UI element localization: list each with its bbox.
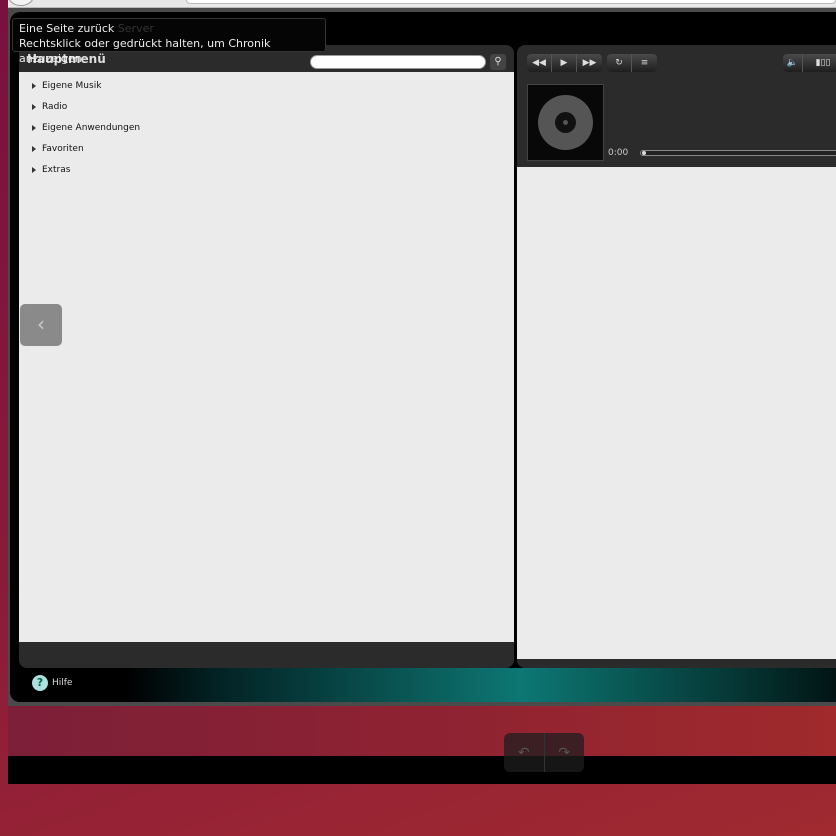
playlist-area (517, 167, 836, 659)
help-icon: ? (32, 675, 48, 691)
menu-item-label: Radio (42, 101, 68, 112)
volume-icon: 🔈 (783, 54, 803, 72)
chevron-left-icon[interactable]: ‹ (20, 304, 62, 346)
menu-item-radio[interactable]: Radio (19, 96, 514, 117)
menu-item-eigene-anwendungen[interactable]: Eigene Anwendungen (19, 117, 514, 138)
album-cover (527, 84, 604, 161)
tooltip-title: Eine Seite zurück (19, 22, 115, 35)
elapsed-time: 0:00 (608, 148, 629, 158)
repeat-button[interactable]: ↻ (607, 54, 632, 72)
menu-item-eigene-musik[interactable]: Eigene Musik (19, 75, 514, 96)
help-button[interactable]: ? Hilfe (32, 675, 72, 691)
help-label: Hilfe (52, 678, 73, 688)
back-tooltip: Eine Seite zurück Server Rechtsklick ode… (12, 18, 326, 65)
footer-bar (10, 668, 836, 702)
progress-slider[interactable] (640, 150, 836, 156)
fast-forward-button[interactable]: ▶▶ (577, 54, 602, 72)
menu-item-extras[interactable]: Extras (19, 159, 514, 180)
search-icon[interactable]: ⚲ (490, 54, 506, 70)
menu-item-favoriten[interactable]: Favoriten (19, 138, 514, 159)
expand-arrow-icon (32, 103, 36, 110)
undo-redo-group: ↶ ↷ (504, 733, 584, 772)
menu-item-label: Eigene Anwendungen (42, 122, 141, 133)
undo-icon[interactable]: ↶ (504, 733, 545, 772)
desktop-background (8, 706, 836, 756)
url-bar[interactable] (186, 0, 836, 4)
menu-item-label: Favoriten (42, 143, 84, 154)
shuffle-button[interactable]: ≡ (632, 54, 657, 72)
server-label: Server (117, 22, 154, 35)
expand-arrow-icon (32, 82, 36, 89)
player-panel: ◀◀ ▶ ▶▶ ↻ ≡ 🔈 ▮▯▯ 0:00 (517, 45, 836, 668)
rewind-button[interactable]: ◀◀ (527, 54, 552, 72)
lower-strip (8, 756, 836, 784)
mode-controls: ↻ ≡ (607, 54, 657, 72)
expand-arrow-icon (32, 124, 36, 131)
volume-slider[interactable]: ▮▯▯ (803, 54, 836, 72)
tooltip-hint: Rechtsklick oder gedrückt halten, um Chr… (19, 37, 271, 65)
play-button[interactable]: ▶ (552, 54, 577, 72)
main-menu-panel: Hauptmenü ⚲ Eigene Musik Radio Eigene An… (19, 45, 514, 668)
expand-arrow-icon (32, 145, 36, 152)
volume-control[interactable]: 🔈 ▮▯▯ (783, 54, 836, 72)
expand-arrow-icon (32, 166, 36, 173)
cd-icon (538, 95, 593, 150)
menu-item-label: Extras (42, 164, 71, 175)
menu-list: Eigene Musik Radio Eigene Anwendungen Fa… (19, 72, 514, 642)
transport-controls: ◀◀ ▶ ▶▶ (527, 54, 602, 72)
search-input[interactable] (310, 55, 486, 69)
redo-icon[interactable]: ↷ (545, 733, 585, 772)
menu-item-label: Eigene Musik (42, 80, 102, 91)
